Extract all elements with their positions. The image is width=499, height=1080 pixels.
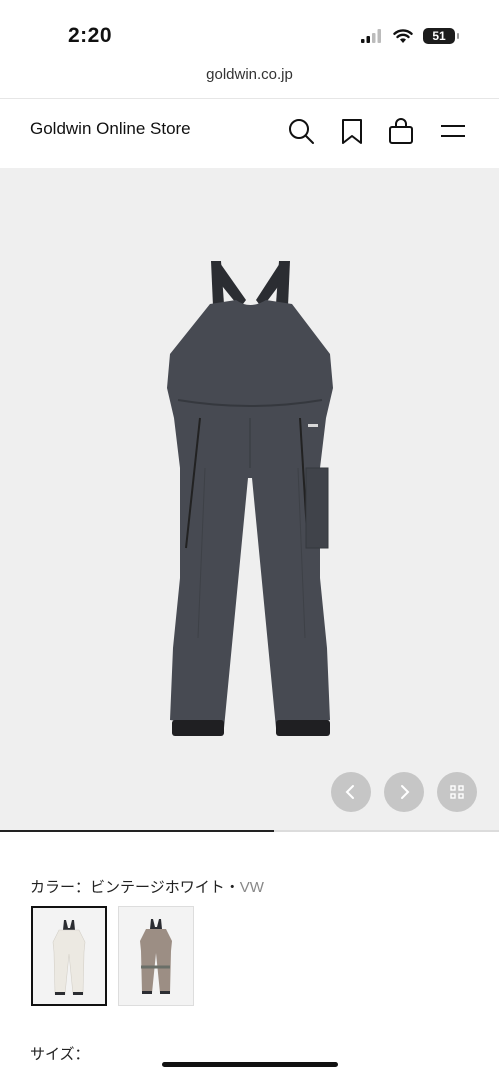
gallery-progress	[0, 830, 499, 832]
prev-image-button[interactable]	[331, 772, 371, 812]
cellular-signal-icon	[361, 29, 381, 43]
status-icons: 51	[361, 28, 459, 44]
size-label: サイズ：	[30, 1046, 90, 1063]
bookmark-icon[interactable]	[337, 116, 367, 146]
color-label: カラー：ビンテージホワイト・VW	[30, 876, 264, 897]
battery-icon: 51	[423, 28, 459, 44]
status-bar: 2:20 51	[0, 0, 499, 62]
grid-view-button[interactable]	[437, 772, 477, 812]
store-logo[interactable]: Goldwin Online Store	[30, 119, 191, 139]
color-swatch-white[interactable]	[31, 906, 107, 1006]
color-label-text: カラー：ビンテージホワイト・	[30, 879, 240, 896]
gallery-progress-fill	[0, 830, 275, 832]
swatch-white-image	[52, 920, 86, 995]
product-image	[167, 261, 333, 736]
swatch-taupe-image	[140, 919, 172, 994]
site-header: Goldwin Online Store	[0, 98, 499, 169]
color-swatch-taupe[interactable]	[118, 906, 194, 1006]
status-time: 2:20	[68, 24, 113, 47]
browser-url[interactable]: goldwin.co.jp	[0, 66, 499, 83]
menu-icon[interactable]	[438, 116, 468, 146]
next-image-button[interactable]	[384, 772, 424, 812]
color-code: VW	[239, 879, 264, 896]
wifi-icon	[393, 28, 413, 43]
grid-icon	[450, 785, 464, 799]
chevron-left-icon	[345, 785, 354, 799]
chevron-right-icon	[401, 785, 410, 799]
search-icon[interactable]	[286, 116, 316, 146]
home-indicator	[162, 1062, 338, 1067]
cart-icon[interactable]	[386, 116, 416, 146]
product-gallery[interactable]	[0, 168, 499, 830]
